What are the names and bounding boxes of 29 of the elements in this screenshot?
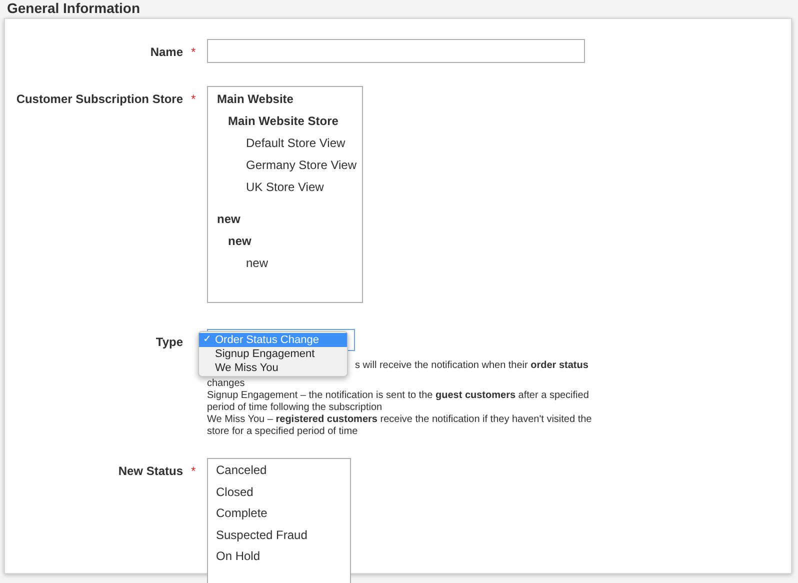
- store-option[interactable]: Main Website Store: [208, 110, 362, 132]
- store-option[interactable]: UK Store View: [208, 176, 362, 198]
- check-icon: ✓: [199, 333, 215, 347]
- store-option[interactable]: new: [208, 230, 362, 252]
- field-label: Name: [150, 44, 183, 61]
- store-option[interactable]: Default Store View: [208, 132, 362, 154]
- store-option[interactable]: Germany Store View: [208, 154, 362, 176]
- required-mark: *: [191, 91, 197, 108]
- field-label: Type: [156, 334, 183, 351]
- type-description: changes: [207, 378, 245, 390]
- store-option[interactable]: Main Website: [208, 88, 362, 110]
- status-option[interactable]: Suspected Fraud: [208, 524, 350, 546]
- status-multiselect[interactable]: Canceled Closed Complete Suspected Fraud On Hold: [207, 458, 351, 583]
- store-option[interactable]: new: [208, 208, 362, 230]
- section-title: General Information: [7, 0, 140, 16]
- field-label: New Status: [118, 463, 183, 480]
- required-mark: *: [191, 44, 197, 61]
- status-option[interactable]: On Hold: [208, 546, 350, 568]
- status-option[interactable]: Complete: [208, 503, 350, 524]
- required-mark: *: [191, 463, 197, 480]
- status-option[interactable]: Closed: [208, 482, 350, 503]
- type-description: We Miss You – registered customers receive the notification if they haven't visited the store for a specified period of time: [207, 414, 593, 438]
- field-label: Customer Subscription Store: [16, 91, 183, 108]
- type-option[interactable]: Signup Engagement: [199, 347, 347, 361]
- store-option[interactable]: new: [208, 252, 362, 274]
- status-option[interactable]: Canceled: [208, 460, 350, 482]
- type-option[interactable]: We Miss You: [199, 361, 347, 375]
- store-multiselect[interactable]: Main Website Main Website Store Default Store View Germany Store View UK Store View new new new: [207, 86, 363, 303]
- type-description: s will receive the notification when their order status: [355, 360, 588, 372]
